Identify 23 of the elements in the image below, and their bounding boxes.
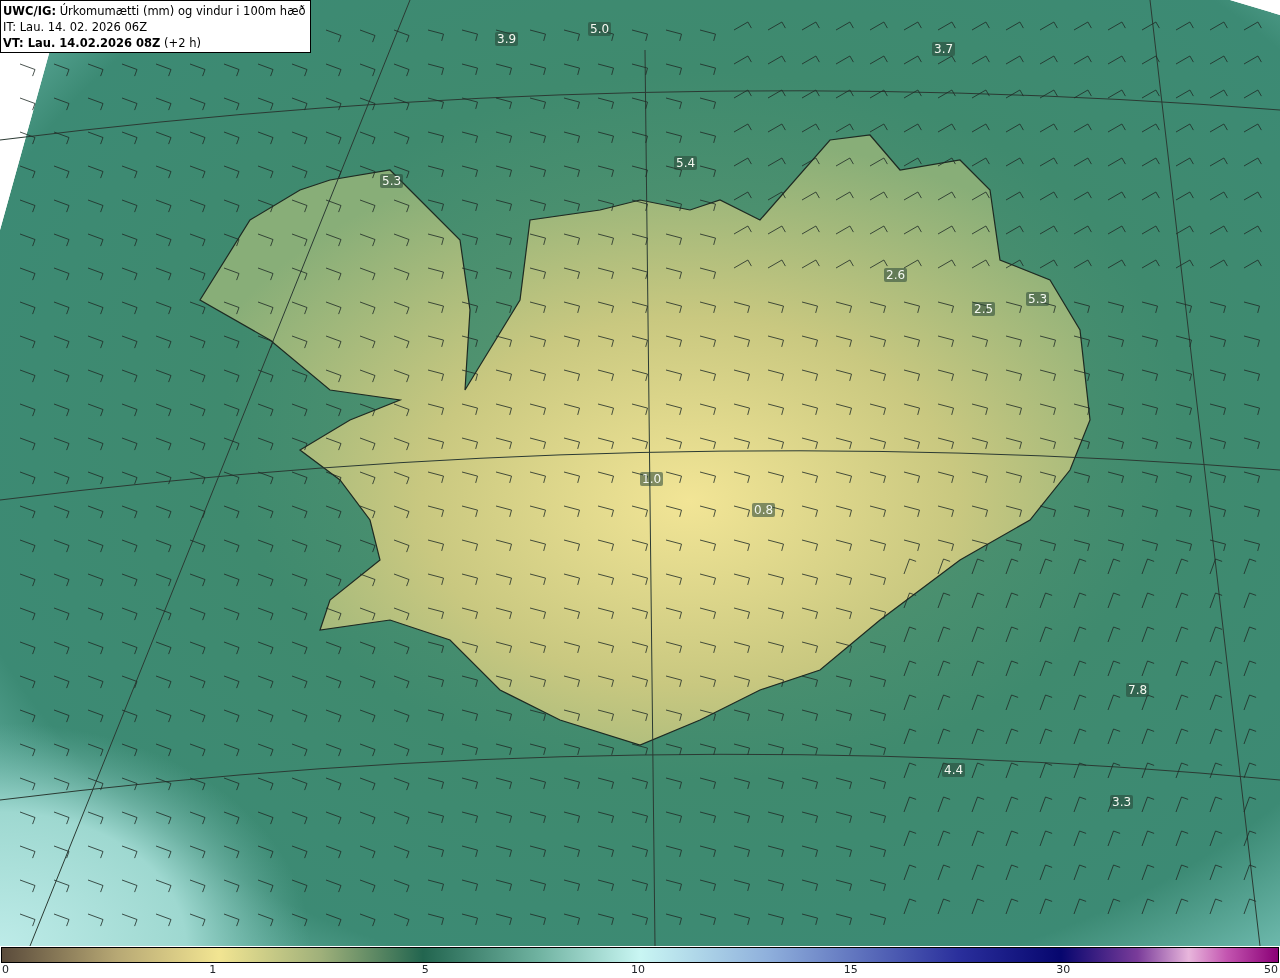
value-label: 5.0 xyxy=(588,22,612,36)
value-label: 5.4 xyxy=(674,156,698,170)
colorbar-tick-label: 0 xyxy=(2,963,9,977)
value-label: 7.8 xyxy=(1126,683,1150,697)
legend-text: UWC/IG: Úrkomumætti (mm) og vindur i 100m hæð xyxy=(3,3,306,19)
colorbar-tick-label: 30 xyxy=(1056,963,1071,977)
value-label: 3.3 xyxy=(1110,795,1134,809)
colorbar-tick-label: 5 xyxy=(421,963,429,977)
value-label: 3.9 xyxy=(495,32,519,46)
legend-text: VT: Lau. 14.02.2026 08Z (+2 h) xyxy=(3,35,202,51)
value-label: 2.6 xyxy=(884,268,908,282)
value-label: 2.5 xyxy=(972,302,996,316)
colorbar-tick-label: 10 xyxy=(631,963,645,977)
value-label: 5.3 xyxy=(1026,292,1050,306)
value-label: 1.0 xyxy=(640,472,664,486)
value-label: 5.3 xyxy=(380,174,404,188)
legend-text: IT: Lau. 14. 02. 2026 06Z xyxy=(3,19,149,35)
value-label: 0.8 xyxy=(752,503,776,517)
colorbar-tick-label: 1 xyxy=(209,963,217,977)
value-label: 4.4 xyxy=(942,763,966,777)
value-label: 3.7 xyxy=(932,42,956,56)
colorbar-tick-label: 50 xyxy=(1264,963,1278,977)
colorbar-tick-label: 15 xyxy=(843,963,858,977)
